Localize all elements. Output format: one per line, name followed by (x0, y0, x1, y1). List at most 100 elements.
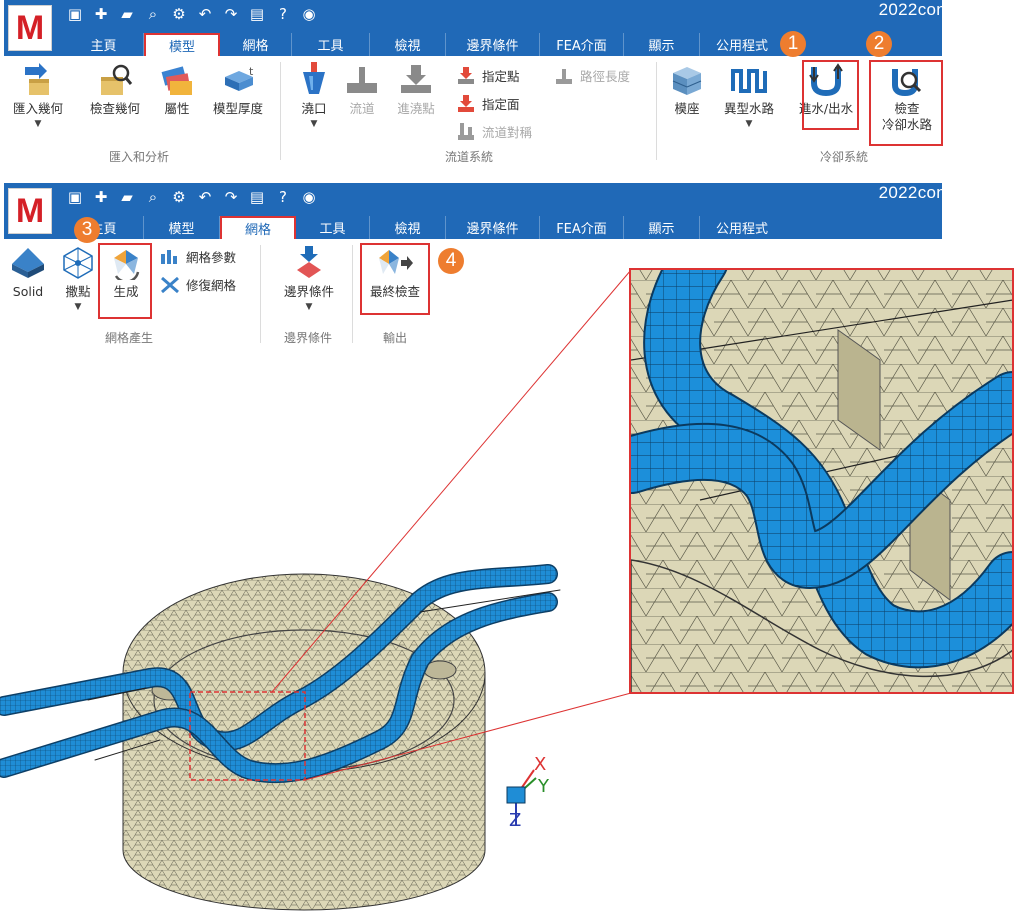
app-logo[interactable]: M (8, 5, 52, 51)
highlight-box-4 (360, 243, 430, 315)
boundary-icon (291, 245, 327, 281)
model-thickness-button[interactable]: t 模型厚度 (207, 62, 269, 117)
tab-fea[interactable]: FEA介面 (540, 33, 624, 56)
camera-icon[interactable]: ◉ (298, 187, 320, 207)
tab-model[interactable]: 模型 (144, 33, 220, 56)
axis-z-label: Z (509, 810, 521, 831)
mold-base-icon (669, 62, 705, 98)
new-icon[interactable]: ✚ (90, 4, 112, 24)
repair-mesh-button[interactable]: 修復網格 (160, 275, 236, 294)
separator (352, 245, 353, 343)
solid-icon (10, 245, 46, 281)
group-label-runner: 流道系統 (444, 150, 493, 164)
camera-icon[interactable]: ◉ (298, 4, 320, 24)
tab-model[interactable]: 模型 (144, 216, 220, 239)
help-file-icon[interactable]: ▤ (246, 4, 268, 24)
search-file-icon[interactable]: ⌕ (142, 187, 164, 207)
new-icon[interactable]: ✚ (90, 187, 112, 207)
cylinder-mold-mesh (122, 573, 486, 911)
check-geometry-button[interactable]: 檢查幾何 (80, 62, 150, 117)
import-geometry-button[interactable]: 匯入幾何 ▼ (8, 62, 68, 129)
redo-icon[interactable]: ↷ (220, 4, 242, 24)
runner-symmetry-button[interactable]: 流道對稱 (456, 122, 532, 141)
tab-boundary[interactable]: 邊界條件 (446, 216, 540, 239)
assign-face-button[interactable]: 指定面 (456, 94, 520, 113)
sprue-button[interactable]: 進澆點 (392, 62, 440, 117)
separator (260, 245, 261, 343)
seed-button[interactable]: 撒點 ▼ (56, 245, 100, 312)
dropdown-arrow-icon: ▼ (34, 119, 42, 129)
tab-display[interactable]: 顯示 (624, 33, 700, 56)
group-label-cooling: 冷卻系統 (819, 150, 868, 164)
group-label-boundary: 邊界條件 (283, 331, 332, 345)
tab-utility[interactable]: 公用程式 (700, 33, 784, 56)
group-label-output: 輸出 (382, 331, 407, 345)
assign-point-button[interactable]: 指定點 (456, 66, 520, 85)
step-badge-4: 4 (438, 248, 464, 274)
tab-tools[interactable]: 工具 (292, 33, 370, 56)
ribbon-toolbar: 匯入幾何 ▼ 檢查幾何 屬性 t 模型厚度 澆口 ▼ 流道 進澆點 指定點 指定… (4, 56, 943, 166)
open-folder-icon[interactable]: ▰ (116, 187, 138, 207)
dropdown-arrow-icon: ▼ (310, 119, 318, 129)
step-badge-1: 1 (780, 31, 806, 57)
mold-base-button[interactable]: 模座 (664, 62, 710, 117)
special-waterline-button[interactable]: 異型水路 ▼ (718, 62, 780, 129)
redo-icon[interactable]: ↷ (220, 187, 242, 207)
search-file-icon[interactable]: ⌕ (142, 4, 164, 24)
help-file-icon[interactable]: ▤ (246, 187, 268, 207)
save-icon[interactable]: ▣ (64, 187, 86, 207)
quick-access-toolbar: ▣ ✚ ▰ ⌕ ⚙ ↶ ↷ ▤ ? ◉ (64, 4, 320, 24)
tab-mesh[interactable]: 網格 (220, 33, 292, 56)
axis-triad: X Y Z (506, 754, 550, 831)
mesh-params-icon (161, 249, 177, 264)
attribute-button[interactable]: 屬性 (154, 62, 200, 117)
runner-icon (345, 62, 379, 98)
tab-view[interactable]: 檢視 (370, 216, 446, 239)
ribbon-model: M ▣ ✚ ▰ ⌕ ⚙ ↶ ↷ ▤ ? ◉ 2022con 主頁 模型 網格 工… (4, 0, 946, 166)
highlight-box-1 (802, 60, 859, 130)
help-icon[interactable]: ? (272, 4, 294, 24)
tab-boundary[interactable]: 邊界條件 (446, 33, 540, 56)
axis-x-label: X (534, 754, 546, 775)
tab-view[interactable]: 檢視 (370, 33, 446, 56)
check-geometry-icon (97, 62, 133, 98)
gear-icon[interactable]: ⚙ (168, 187, 190, 207)
undo-icon[interactable]: ↶ (194, 187, 216, 207)
tab-utility[interactable]: 公用程式 (700, 216, 784, 239)
tab-bar: 主頁 模型 網格 工具 檢視 邊界條件 FEA介面 顯示 公用程式 (64, 216, 784, 239)
step-badge-2: 2 (866, 31, 892, 57)
dropdown-arrow-icon: ▼ (745, 119, 753, 129)
tab-mesh[interactable]: 網格 (220, 216, 296, 239)
seed-icon (60, 245, 96, 281)
runner-button[interactable]: 流道 (342, 62, 382, 117)
gate-button[interactable]: 澆口 ▼ (292, 62, 336, 129)
import-icon (21, 62, 55, 98)
mesh-params-button[interactable]: 網格參數 (160, 247, 236, 266)
separator (280, 62, 281, 160)
dropdown-arrow-icon: ▼ (74, 302, 82, 312)
solid-button[interactable]: Solid (6, 245, 50, 300)
app-logo[interactable]: M (8, 188, 52, 234)
title-bar: M ▣ ✚ ▰ ⌕ ⚙ ↶ ↷ ▤ ? ◉ 2022con 主頁 模型 網格 工… (4, 183, 946, 239)
gate-icon (297, 62, 331, 98)
attribute-icon (159, 62, 195, 98)
quick-access-toolbar: ▣ ✚ ▰ ⌕ ⚙ ↶ ↷ ▤ ? ◉ (64, 187, 320, 207)
waterline-icon (729, 62, 769, 98)
save-icon[interactable]: ▣ (64, 4, 86, 24)
group-label-mesh: 網格產生 (104, 331, 153, 345)
help-icon[interactable]: ? (272, 187, 294, 207)
open-folder-icon[interactable]: ▰ (116, 4, 138, 24)
tab-tools[interactable]: 工具 (296, 216, 370, 239)
tab-display[interactable]: 顯示 (624, 216, 700, 239)
svg-text:t: t (249, 65, 254, 78)
gear-icon[interactable]: ⚙ (168, 4, 190, 24)
tab-bar: 主頁 模型 網格 工具 檢視 邊界條件 FEA介面 顯示 公用程式 (64, 33, 784, 56)
path-length-button[interactable]: 路徑長度 (554, 66, 630, 85)
tab-fea[interactable]: FEA介面 (540, 216, 624, 239)
tab-home[interactable]: 主頁 (64, 33, 144, 56)
undo-icon[interactable]: ↶ (194, 4, 216, 24)
runner-symmetry-icon (458, 122, 474, 140)
assign-point-icon (458, 66, 474, 84)
boundary-conditions-button[interactable]: 邊界條件 ▼ (276, 245, 342, 312)
separator (656, 62, 657, 160)
